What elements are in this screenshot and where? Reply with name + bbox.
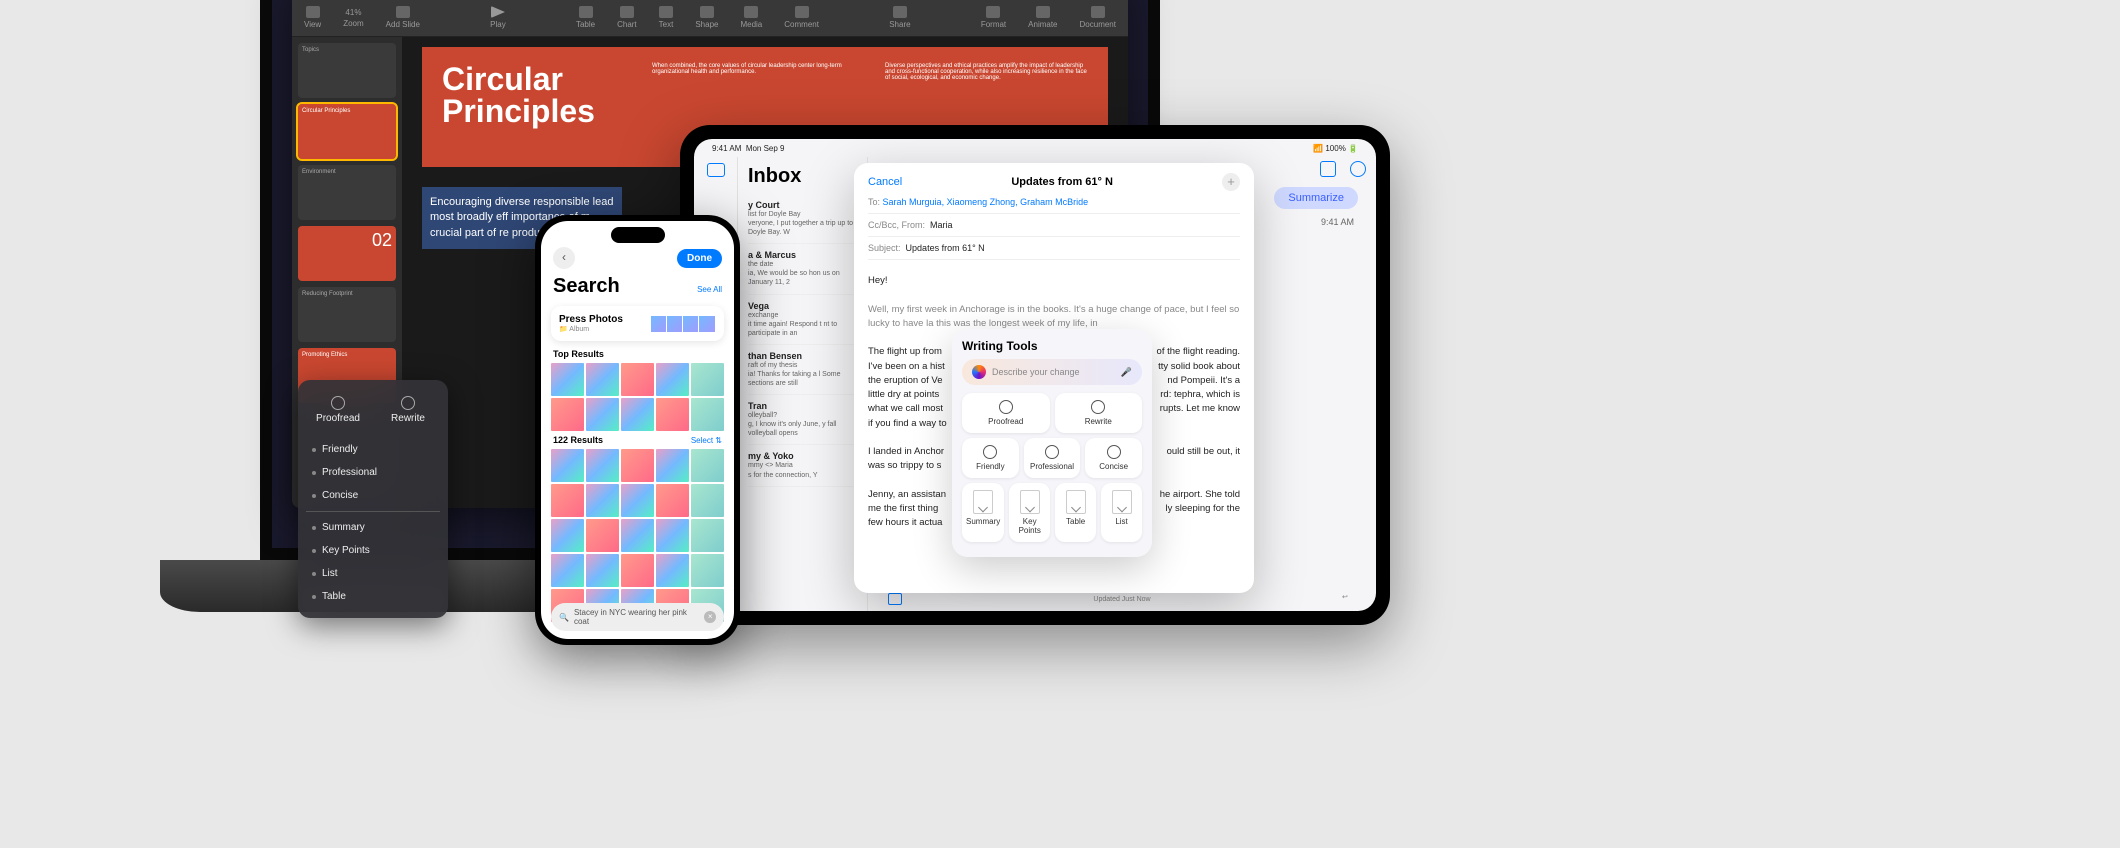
wt-prompt-input[interactable]: Describe your change 🎤 (962, 359, 1142, 385)
inbox-item[interactable]: Tranolleyball?g, I know it's only June, … (748, 395, 857, 445)
updated-label: Updated Just Now (1093, 596, 1150, 603)
search-icon: 🔍 (559, 613, 569, 622)
format-summary[interactable]: Summary (306, 516, 440, 539)
writing-tools-popup-ipad: Writing Tools Describe your change 🎤 Pro… (952, 329, 1152, 557)
search-input[interactable]: 🔍 Stacey in NYC wearing her pink coat × (551, 603, 724, 631)
cc-field[interactable]: Cc/Bcc, From: Maria (868, 214, 1240, 237)
inbox-item[interactable]: Vegaexchangeit time again! Respond t nt … (748, 295, 857, 345)
ipad-statusbar: 9:41 AM Mon Sep 9 📶 100% 🔋 (694, 139, 1376, 157)
add-recipient-button[interactable]: + (1222, 173, 1240, 191)
style-concise[interactable]: Concise (306, 484, 440, 507)
inbox-item[interactable]: a & Marcusthe dateia, We would be so hon… (748, 244, 857, 294)
style-friendly[interactable]: Friendly (306, 438, 440, 461)
results-count: 122 Results (553, 435, 603, 445)
professional-button[interactable]: Professional (1024, 438, 1081, 478)
clear-icon[interactable]: × (704, 611, 716, 623)
inbox-item[interactable]: than Bensenraft of my thesisia! Thanks f… (748, 345, 857, 395)
keynote-toolbar: View 41%Zoom Add Slide Play Table Chart … (292, 0, 1128, 37)
sidebar-icon[interactable] (707, 163, 725, 177)
thumb[interactable]: Reducing Footprint (298, 287, 396, 342)
rewrite-icon (401, 396, 415, 410)
done-button[interactable]: Done (677, 249, 722, 268)
iphone: ‹ Done Search See All Press Photos 📁 Alb… (535, 215, 740, 645)
back-button[interactable]: ‹ (553, 247, 575, 269)
message-time: 9:41 AM (1321, 217, 1354, 227)
inbox-item[interactable]: y Courtlist for Doyle Bayveryone, I put … (748, 194, 857, 244)
dynamic-island (611, 227, 665, 243)
proofread-button[interactable]: Proofread (306, 390, 370, 430)
to-field[interactable]: To: Sarah Murguia, Xiaomeng Zhong, Graha… (868, 191, 1240, 214)
writing-tools-popup-mac: Proofread Rewrite Friendly Professional … (298, 380, 448, 618)
play-tool[interactable]: Play (490, 6, 506, 29)
summary-button[interactable]: Summary (962, 483, 1004, 542)
inbox-title: Inbox (748, 165, 857, 188)
compose-title: Updates from 61° N (1011, 176, 1113, 188)
smile-icon (983, 445, 997, 459)
top-results-grid[interactable] (541, 363, 734, 431)
compose-icon[interactable] (1320, 161, 1336, 177)
concise-button[interactable]: Concise (1085, 438, 1142, 478)
see-all-link[interactable]: See All (697, 285, 722, 294)
view-tool[interactable]: View (304, 6, 321, 29)
format-list[interactable]: List (306, 562, 440, 585)
top-results-label: Top Results (553, 349, 604, 359)
album-card[interactable]: Press Photos 📁 Album (551, 306, 724, 341)
results-grid[interactable] (541, 449, 734, 622)
sparkle-icon (972, 365, 986, 379)
slide-title: Circular Principles (442, 63, 622, 151)
magnify-icon (999, 400, 1013, 414)
thumb[interactable]: Environment (298, 165, 396, 220)
format-keypoints[interactable]: Key Points (306, 539, 440, 562)
proofread-button[interactable]: Proofread (962, 393, 1050, 433)
subject-field[interactable]: Subject: Updates from 61° N (868, 237, 1240, 260)
more-icon[interactable] (1350, 161, 1366, 177)
filter-icon[interactable] (888, 593, 902, 605)
compress-icon (1107, 445, 1121, 459)
style-professional[interactable]: Professional (306, 461, 440, 484)
rewrite-button[interactable]: Rewrite (376, 390, 440, 430)
thumb[interactable]: Circular Principles (298, 104, 396, 159)
zoom-tool[interactable]: 41%Zoom (343, 8, 363, 28)
mic-icon[interactable]: 🎤 (1121, 367, 1132, 378)
ipad: 9:41 AM Mon Sep 9 📶 100% 🔋 Inbox y Court… (680, 125, 1390, 625)
keypoints-button[interactable]: Key Points (1009, 483, 1050, 542)
list-button[interactable]: List (1101, 483, 1142, 542)
reply-icon[interactable]: ↩︎ (1342, 593, 1356, 605)
magnify-icon (331, 396, 345, 410)
briefcase-icon (1045, 445, 1059, 459)
cancel-button[interactable]: Cancel (868, 176, 902, 188)
select-link[interactable]: Select ⇅ (691, 436, 722, 445)
inbox-item[interactable]: my & Yokommy <> Marias for the connectio… (748, 445, 857, 486)
thumb[interactable]: 02 (298, 226, 396, 281)
format-table[interactable]: Table (306, 585, 440, 608)
friendly-button[interactable]: Friendly (962, 438, 1019, 478)
wt-title: Writing Tools (962, 339, 1142, 353)
search-title: Search (553, 275, 620, 298)
rewrite-button[interactable]: Rewrite (1055, 393, 1143, 433)
rewrite-icon (1091, 400, 1105, 414)
summarize-button[interactable]: Summarize (1274, 187, 1358, 209)
inbox-list: Inbox y Courtlist for Doyle Bayveryone, … (738, 157, 868, 611)
add-slide-tool[interactable]: Add Slide (386, 6, 420, 29)
table-button[interactable]: Table (1055, 483, 1096, 542)
thumb[interactable]: Topics (298, 43, 396, 98)
